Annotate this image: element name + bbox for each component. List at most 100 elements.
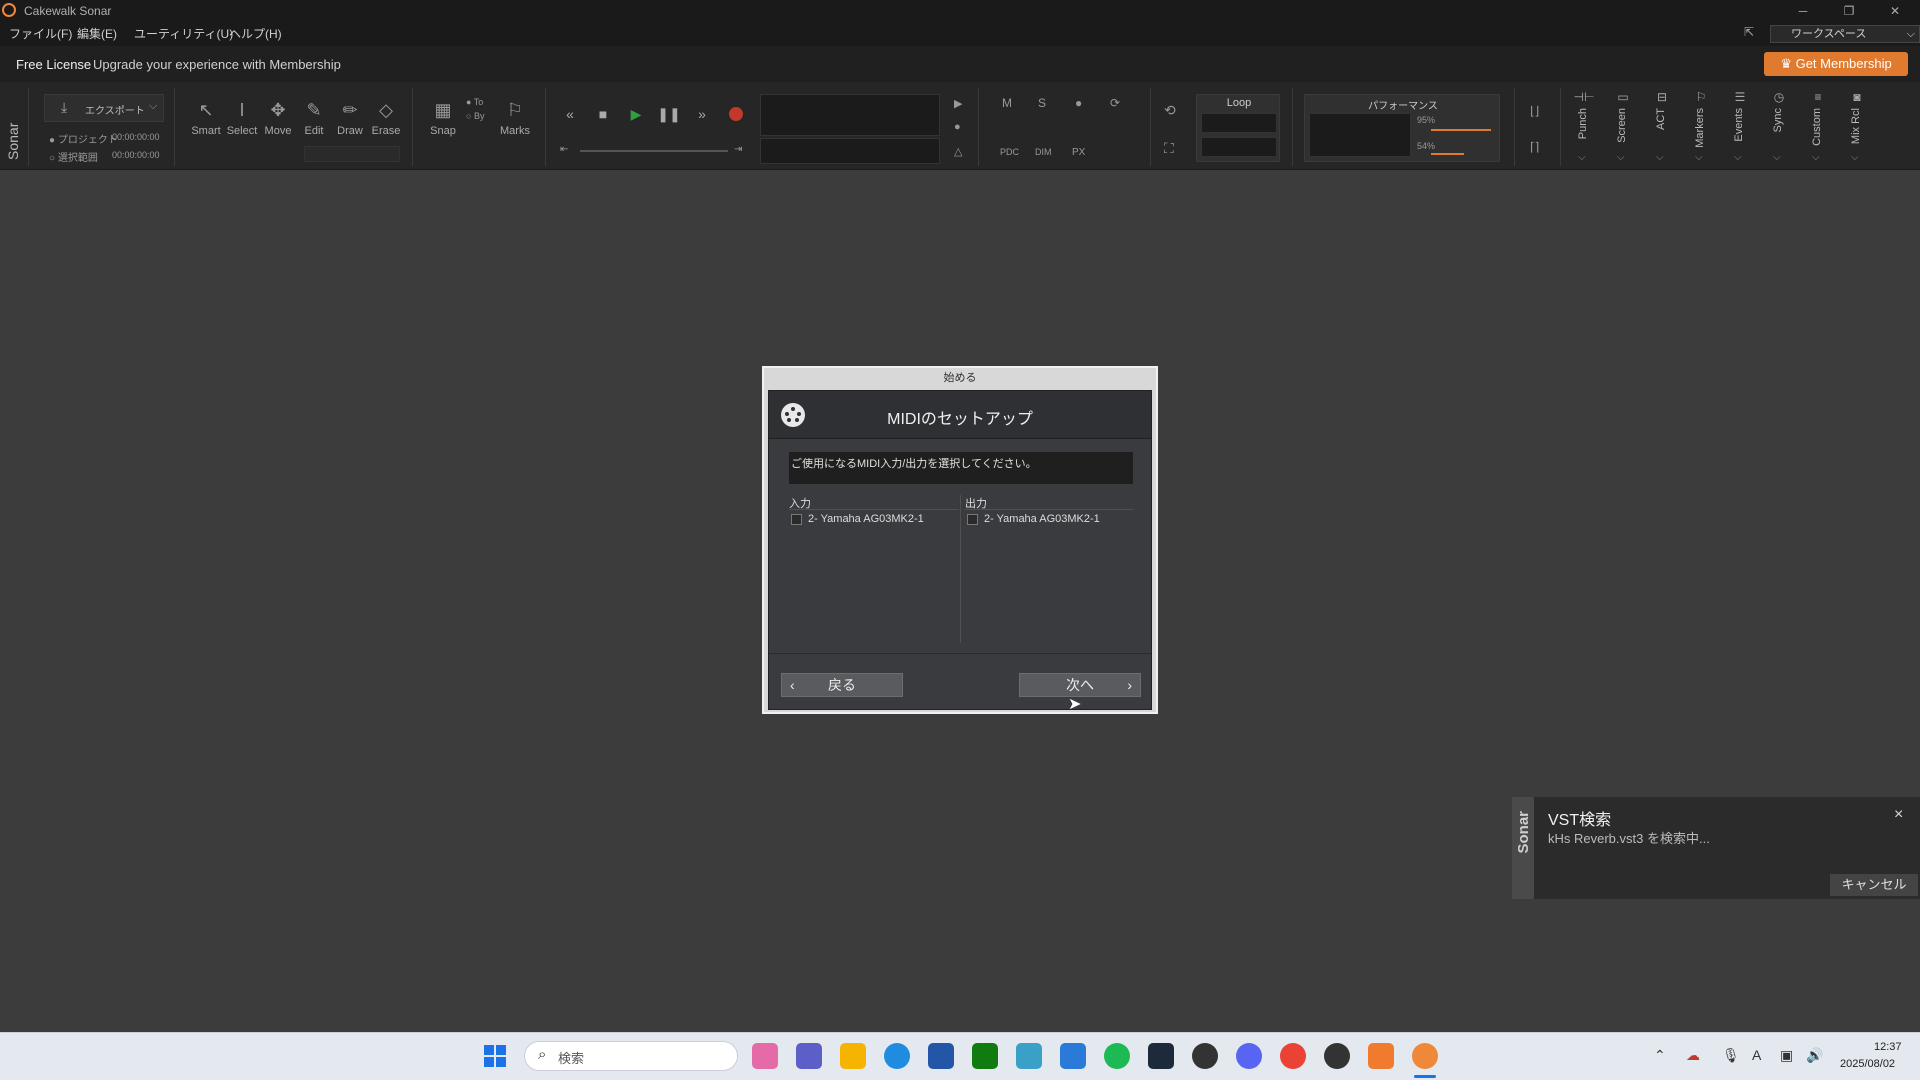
restore-button[interactable]: ❐	[1826, 0, 1872, 22]
stop-button[interactable]: ■	[590, 104, 616, 124]
tool-draw[interactable]: ✏ Draw	[334, 100, 366, 137]
arm-all-icon[interactable]: ●	[1075, 96, 1082, 110]
davinci-icon[interactable]	[1324, 1043, 1350, 1069]
play-small-icon[interactable]: ▶	[954, 97, 962, 110]
speaker-icon[interactable]: 🔊	[1806, 1047, 1823, 1064]
play-button[interactable]: ▶	[623, 104, 649, 124]
teams-icon[interactable]	[796, 1043, 822, 1069]
midi-output-item[interactable]: 2- Yamaha AG03MK2-1	[967, 513, 1100, 525]
notepad-icon[interactable]	[1060, 1043, 1086, 1069]
pdc-button[interactable]: PDC	[1000, 147, 1019, 157]
toast-title: VST検索	[1548, 812, 1612, 829]
toast-cancel-button[interactable]: キャンセル	[1830, 874, 1918, 896]
penguin-icon[interactable]	[1192, 1043, 1218, 1069]
chevron-up-icon[interactable]: ⌃	[1654, 1047, 1666, 1064]
time-display[interactable]	[760, 94, 940, 136]
store-icon[interactable]	[928, 1043, 954, 1069]
zoom-in-icon[interactable]: ⌊⌋	[1530, 104, 1539, 118]
get-membership-button[interactable]: ♛ Get Membership	[1764, 52, 1908, 76]
fast-forward-button[interactable]: »	[689, 104, 715, 124]
chevron-down-icon: ⌵	[1906, 28, 1915, 40]
record-button[interactable]	[729, 107, 743, 121]
module-label: Screen	[1616, 108, 1628, 143]
module-events[interactable]: ☰ Events ⌵	[1722, 90, 1758, 168]
module-screen[interactable]: ▭ Screen ⌵	[1605, 90, 1641, 168]
taskbar-search[interactable]	[524, 1041, 738, 1071]
microphone-icon[interactable]: 🎙	[1722, 1047, 1740, 1064]
dialog-body: MIDIのセットアップ ご使用になるMIDI入力/出力を選択してください。 入力…	[768, 390, 1152, 710]
loop-icon[interactable]: ⟲	[1164, 102, 1176, 119]
midi-input-checkbox[interactable]	[791, 513, 802, 525]
windows-start-icon[interactable]	[484, 1045, 506, 1067]
back-button[interactable]: ‹ 戻る	[781, 673, 903, 697]
zoom-out-icon[interactable]: ⌈⌉	[1530, 140, 1539, 154]
module-sync[interactable]: ◷ Sync ⌵	[1761, 90, 1797, 168]
copilot-icon[interactable]	[752, 1043, 778, 1069]
loop-start-field[interactable]	[1201, 113, 1277, 133]
menu-help[interactable]: ヘルプ(H)	[229, 25, 282, 42]
pause-button[interactable]: ❚❚	[656, 104, 682, 124]
ime-indicator[interactable]: A	[1752, 1047, 1761, 1063]
loop-record-icon[interactable]: ⟳	[1110, 96, 1120, 110]
snap-resolution-dropdown[interactable]	[304, 146, 400, 162]
now-time-slider[interactable]	[580, 150, 728, 152]
dim-button[interactable]: DIM	[1035, 147, 1052, 157]
spotify-icon[interactable]	[1104, 1043, 1130, 1069]
module-markers[interactable]: ⚐ Markers ⌵	[1683, 90, 1719, 168]
network-icon[interactable]: ▣	[1780, 1047, 1793, 1064]
go-to-start-icon[interactable]: ⇤	[560, 144, 568, 155]
pin-icon[interactable]: ⇱	[1744, 25, 1754, 39]
snap-by-radio[interactable]: ○ By	[466, 111, 484, 121]
snap-to-radio[interactable]: ● To	[466, 97, 483, 107]
workspace-dropdown[interactable]: ワークスペース ⌵	[1770, 25, 1920, 43]
record-small-icon[interactable]: ●	[954, 121, 961, 133]
loop-end-field[interactable]	[1201, 137, 1277, 157]
close-button[interactable]: ✕	[1872, 0, 1918, 22]
mute-all-button[interactable]: M	[1002, 96, 1012, 110]
marks-button[interactable]: ⚐ Marks	[499, 100, 531, 137]
rewind-button[interactable]: «	[557, 104, 583, 124]
xbox-icon[interactable]	[972, 1043, 998, 1069]
menu-bar	[0, 22, 1920, 46]
discord-icon[interactable]	[1236, 1043, 1262, 1069]
next-label: 次へ	[1066, 677, 1094, 693]
onedrive-icon[interactable]: ☁	[1686, 1047, 1700, 1064]
module-custom[interactable]: ≡ Custom ⌵	[1800, 90, 1836, 168]
cpu-meter-label: 95%	[1417, 115, 1436, 125]
cakewalk-sonar-icon[interactable]	[1412, 1043, 1438, 1069]
module-act[interactable]: ⊟ ACT ⌵	[1644, 90, 1680, 168]
tool-edit[interactable]: ✎ Edit	[298, 100, 330, 137]
selection-radio[interactable]: ○ 選択範囲	[49, 149, 98, 164]
snap-button[interactable]: ▦ Snap	[427, 100, 459, 137]
menu-edit[interactable]: 編集(E)	[77, 25, 117, 42]
midi-output-checkbox[interactable]	[967, 513, 978, 525]
clock-date[interactable]: 2025/08/02	[1840, 1058, 1895, 1070]
module-mix-recall[interactable]: ◙ Mix Rcl ⌵	[1839, 90, 1875, 168]
px-button[interactable]: PX	[1072, 147, 1085, 158]
export-button[interactable]: ⤓ エクスポート ⌵	[44, 94, 164, 122]
chrome-icon[interactable]	[1280, 1043, 1306, 1069]
module-punch[interactable]: ⊣⊢ Punch ⌵	[1566, 90, 1602, 168]
midi-input-item[interactable]: 2- Yamaha AG03MK2-1	[791, 513, 924, 525]
menu-file[interactable]: ファイル(F)	[9, 25, 72, 42]
tool-erase[interactable]: ◇ Erase	[370, 100, 402, 137]
fit-icon[interactable]: ⛶	[1164, 140, 1174, 157]
tempo-meter-display[interactable]	[760, 138, 940, 164]
metronome-icon[interactable]: △	[954, 145, 962, 158]
app-icon[interactable]	[1368, 1043, 1394, 1069]
menu-utility[interactable]: ユーティリティ(U)	[134, 25, 233, 42]
project-radio[interactable]: ● プロジェクト	[49, 131, 118, 146]
tool-smart[interactable]: ↖ Smart	[190, 100, 222, 137]
divider	[28, 88, 29, 166]
edge-icon[interactable]	[884, 1043, 910, 1069]
tool-select[interactable]: I Select	[226, 100, 258, 137]
minimize-button[interactable]: ─	[1780, 0, 1826, 22]
tool-move[interactable]: ✥ Move	[262, 100, 294, 137]
app-icon[interactable]	[1016, 1043, 1042, 1069]
go-to-end-icon[interactable]: ⇥	[734, 144, 742, 155]
solo-all-button[interactable]: S	[1038, 96, 1046, 110]
file-explorer-icon[interactable]	[840, 1043, 866, 1069]
terminal-icon[interactable]	[1148, 1043, 1174, 1069]
clock-time[interactable]: 12:37	[1874, 1041, 1902, 1053]
toast-close-button[interactable]: ×	[1894, 806, 1903, 824]
